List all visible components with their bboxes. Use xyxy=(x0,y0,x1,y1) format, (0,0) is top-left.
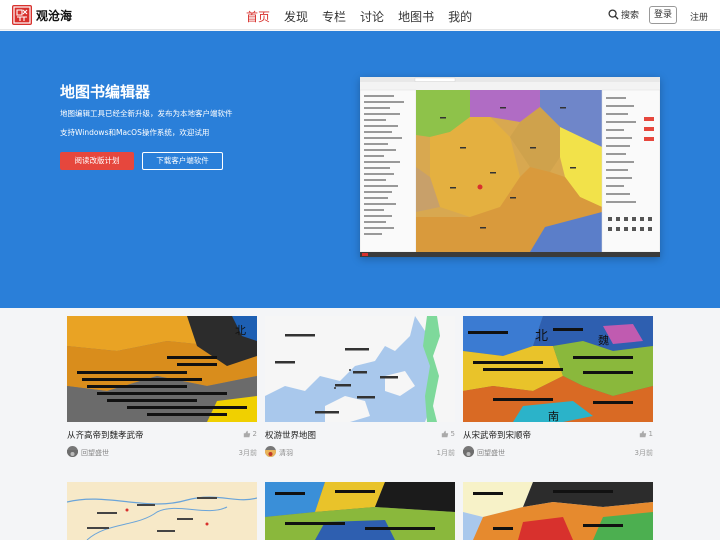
map-thumbnail-image: 北 魏 南 xyxy=(463,316,653,422)
nav-item-columns[interactable]: 专栏 xyxy=(322,8,346,25)
card-title[interactable]: 从宋武帝到宋顺帝 xyxy=(463,429,531,441)
author-name[interactable]: 回望盛世 xyxy=(81,448,109,458)
hero-banner: 地图书编辑器 地图编辑工具已经全新升级，发布为本地客户端软件 支持Windows… xyxy=(0,31,720,308)
svg-text:北: 北 xyxy=(535,329,548,344)
like-count[interactable]: 5 xyxy=(441,430,455,438)
svg-text:南: 南 xyxy=(548,410,559,422)
map-card[interactable] xyxy=(463,482,653,540)
map-thumbnail-image xyxy=(463,482,653,540)
post-time: 1月前 xyxy=(436,449,455,457)
svg-text:魏: 魏 xyxy=(598,333,609,347)
post-time: 3月前 xyxy=(238,449,257,457)
like-count-value: 2 xyxy=(252,430,257,438)
editor-screenshot-image xyxy=(360,77,660,257)
svg-text:北: 北 xyxy=(235,324,246,337)
map-card[interactable]: 北 魏 南 从宋武帝到宋顺帝 1 回望盛世 3月前 xyxy=(463,316,653,466)
hero-subtitle-upgrade: 地图编辑工具已经全新升级，发布为本地客户端软件 xyxy=(60,109,233,118)
author-name[interactable]: 回望盛世 xyxy=(477,448,505,458)
post-time: 3月前 xyxy=(634,449,653,457)
avatar[interactable] xyxy=(463,446,474,457)
logo-mark-icon xyxy=(12,5,32,25)
thumbs-up-icon xyxy=(243,430,250,438)
nav-item-discover[interactable]: 发现 xyxy=(284,8,308,25)
hero-title: 地图书编辑器 xyxy=(60,83,151,101)
nav-item-discussion[interactable]: 讨论 xyxy=(360,8,384,25)
avatar[interactable] xyxy=(265,446,276,457)
nav-item-mine[interactable]: 我的 xyxy=(448,8,472,25)
avatar[interactable] xyxy=(67,446,78,457)
author-name[interactable]: 清羽 xyxy=(279,448,293,458)
card-title[interactable]: 权游世界地图 xyxy=(265,429,316,441)
nav-item-mapbook[interactable]: 地图书 xyxy=(398,8,434,25)
download-client-button[interactable]: 下载客户端软件 xyxy=(142,152,223,170)
map-thumbnail-image: 北 xyxy=(67,316,257,422)
map-card[interactable]: 北 从齐高帝到魏孝武帝 2 回望盛世 3月前 xyxy=(67,316,257,466)
site-logo[interactable]: 观沧海 xyxy=(12,5,72,25)
search-label: 搜索 xyxy=(621,11,640,21)
map-card[interactable] xyxy=(67,482,257,540)
card-title[interactable]: 从齐高帝到魏孝武帝 xyxy=(67,429,144,441)
map-thumbnail-image xyxy=(265,482,455,540)
top-header: 观沧海 首页 发现 专栏 讨论 地图书 我的 搜索 登录 注册 xyxy=(0,0,720,30)
thumbs-up-icon xyxy=(441,430,448,438)
like-count-value: 5 xyxy=(450,430,455,438)
hero-subtitle-os: 支持Windows和MacOS操作系统，欢迎试用 xyxy=(60,128,210,137)
read-plan-button[interactable]: 阅读改版计划 xyxy=(60,152,134,170)
like-count[interactable]: 1 xyxy=(639,430,653,438)
map-thumbnail-image xyxy=(67,482,257,540)
search-icon xyxy=(608,9,619,20)
map-card[interactable]: 权游世界地图 5 清羽 1月前 xyxy=(265,316,455,466)
nav-item-home[interactable]: 首页 xyxy=(246,8,270,25)
main-nav: 首页 发现 专栏 讨论 地图书 我的 xyxy=(246,8,486,25)
like-count-value: 1 xyxy=(648,430,653,438)
search-link[interactable]: 搜索 xyxy=(608,8,639,21)
map-card[interactable] xyxy=(265,482,455,540)
login-button[interactable]: 登录 xyxy=(649,6,677,24)
thumbs-up-icon xyxy=(639,430,646,438)
register-link[interactable]: 注册 xyxy=(690,10,708,23)
logo-text: 观沧海 xyxy=(36,8,73,23)
map-thumbnail-image xyxy=(265,316,455,422)
like-count[interactable]: 2 xyxy=(243,430,257,438)
